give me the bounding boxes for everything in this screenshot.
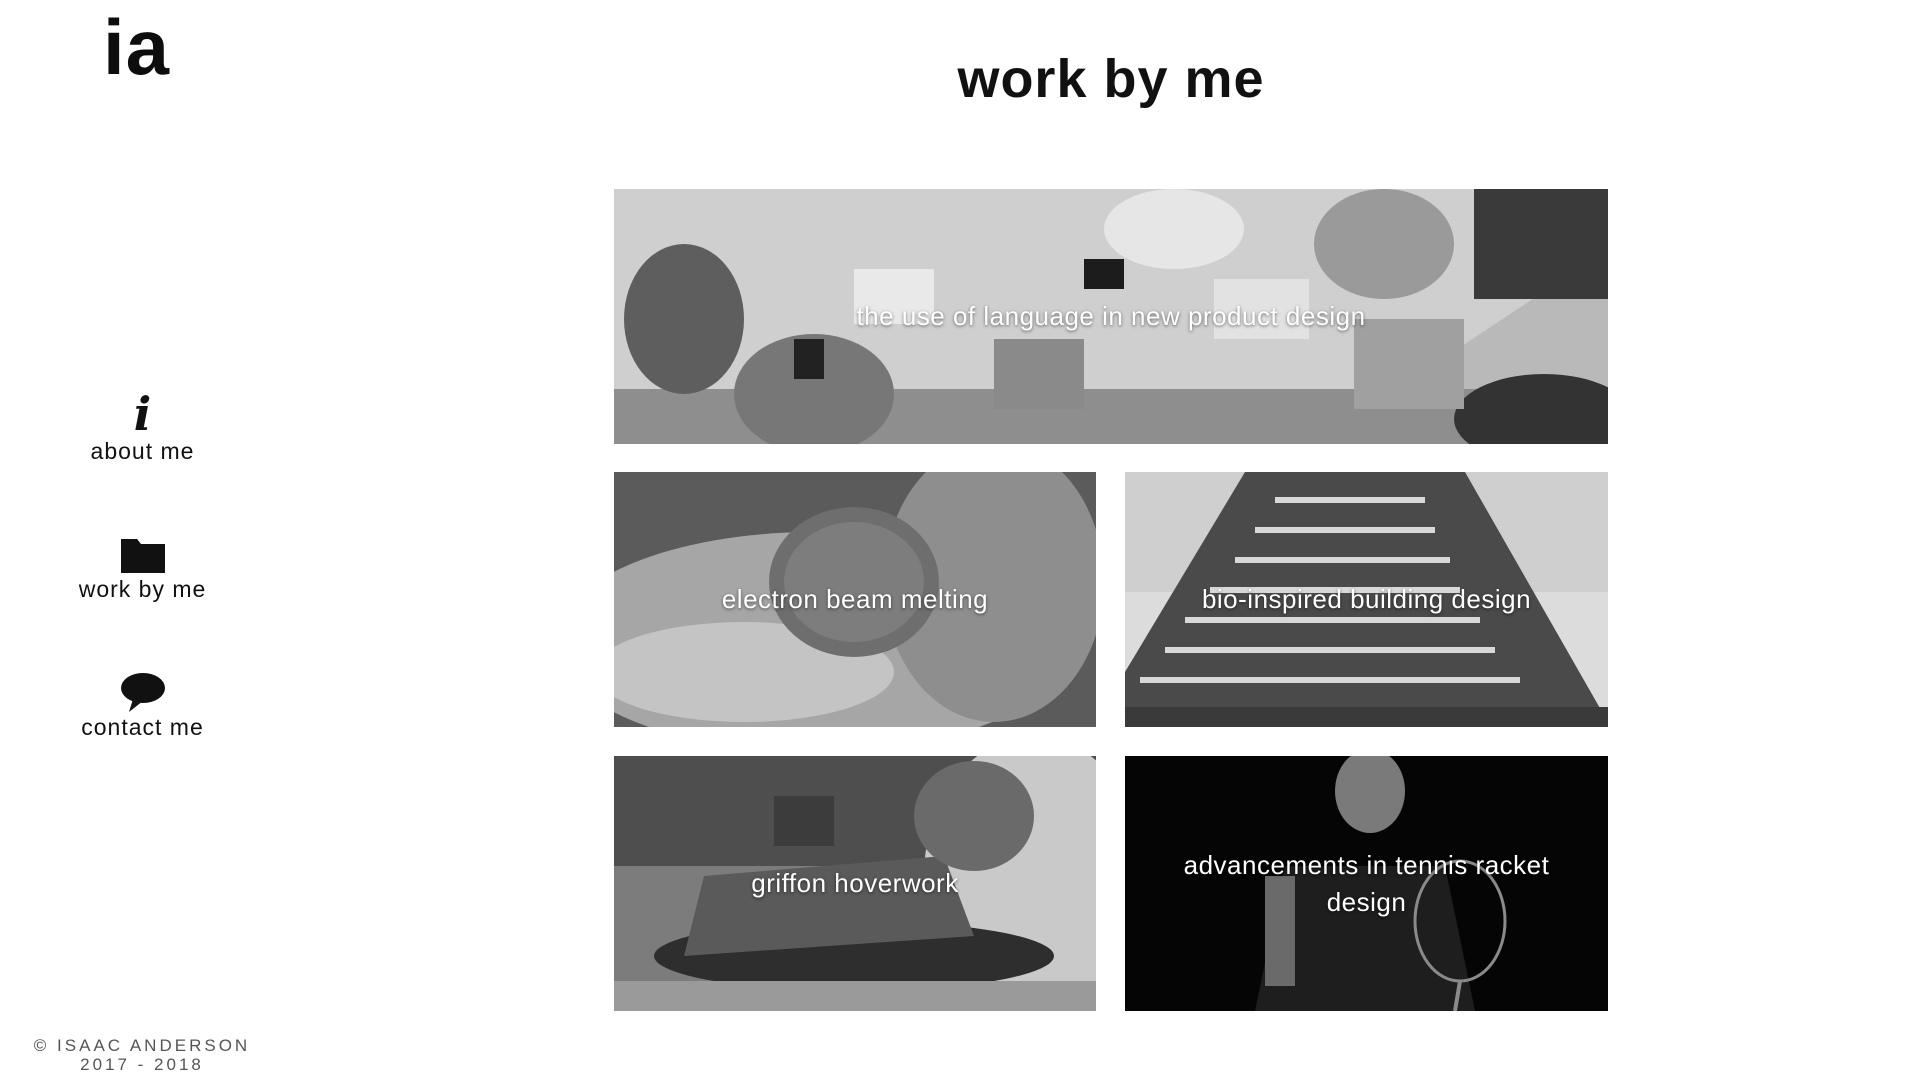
folder-icon <box>119 533 167 575</box>
nav-label-contact-me: contact me <box>81 714 204 740</box>
copyright-name: © ISAAC ANDERSON <box>33 1036 251 1055</box>
nav-label-work-by-me: work by me <box>78 576 207 602</box>
copyright-footer: © ISAAC ANDERSON 2017 - 2018 <box>0 1036 284 1074</box>
page-title: work by me <box>957 49 1265 109</box>
copyright-years: 2017 - 2018 <box>80 1055 204 1074</box>
project-title: the use of language in new product desig… <box>856 301 1366 331</box>
project-title: bio-inspired building design <box>1201 584 1532 614</box>
project-tile-tennis-racket[interactable]: advancements in tennis racket design <box>1125 756 1608 1011</box>
project-tile-bio-inspired-building[interactable]: bio-inspired building design <box>1125 472 1608 727</box>
page: ia i about me work by me contact me © IS… <box>0 0 1920 1080</box>
speech-bubble-icon <box>119 671 167 713</box>
project-title: advancements in tennis racket design <box>1183 849 1550 917</box>
nav-item-work-by-me[interactable]: work by me <box>40 533 245 603</box>
nav-item-about-me[interactable]: i about me <box>40 387 245 465</box>
project-tile-electron-beam-melting[interactable]: electron beam melting <box>614 472 1096 727</box>
nav-item-contact-me[interactable]: contact me <box>40 671 245 741</box>
project-title: griffon hoverwork <box>751 868 959 898</box>
project-title: electron beam melting <box>721 584 989 614</box>
nav-label-about-me: about me <box>90 438 195 464</box>
logo[interactable]: ia <box>103 8 170 86</box>
project-tile-griffon-hoverwork[interactable]: griffon hoverwork <box>614 756 1096 1011</box>
project-tile-language-design[interactable]: the use of language in new product desig… <box>614 189 1608 444</box>
info-icon: i <box>133 387 152 441</box>
